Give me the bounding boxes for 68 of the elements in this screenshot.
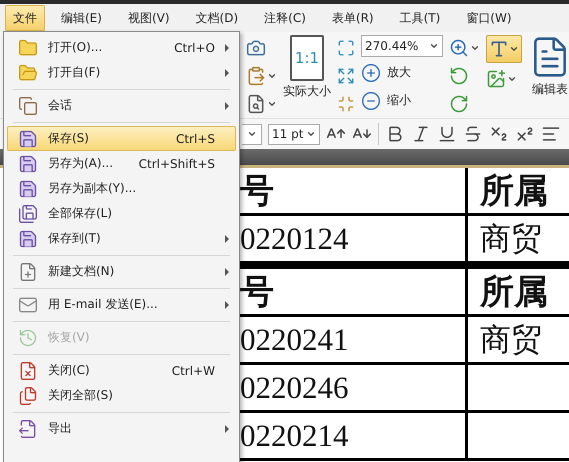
table-cell: 所属	[465, 168, 569, 214]
camera-icon[interactable]	[246, 38, 266, 58]
menu-item[interactable]: 关闭全部(S)	[7, 383, 236, 408]
table-cell: 所属	[465, 269, 569, 315]
menu-title[interactable]: 表单(R)	[324, 5, 382, 31]
edit-form-button[interactable]: 编辑表	[528, 35, 569, 98]
folder-icon	[18, 38, 38, 58]
clipboard-icon[interactable]	[246, 66, 266, 86]
menu-title[interactable]: 注释(C)	[256, 5, 314, 31]
typewriter-tool[interactable]	[486, 35, 522, 63]
caret-icon[interactable]	[429, 41, 439, 51]
text-icon	[489, 39, 509, 59]
menu-item[interactable]: 关闭(C) Ctrl+W	[7, 358, 236, 383]
fit-visible-icon[interactable]	[337, 94, 355, 112]
pages-icon	[18, 96, 38, 116]
menu-item[interactable]: 新建文档(N)	[7, 259, 236, 284]
document-search-icon[interactable]	[246, 94, 266, 114]
menu-item[interactable]: 会话	[7, 93, 236, 118]
new-document-icon	[18, 262, 38, 282]
zoom-in-icon[interactable]	[449, 38, 469, 58]
zoom-out-button[interactable]: 缩小	[361, 88, 411, 113]
caret-icon[interactable]	[509, 44, 519, 54]
menu-item[interactable]: 用 E-mail 发送(E)...	[7, 292, 236, 317]
plus-icon	[361, 62, 381, 82]
envelope-icon	[18, 294, 38, 314]
save-icon	[18, 128, 38, 148]
fit-page-icon[interactable]	[337, 38, 355, 56]
table-cell-text: 0220214	[240, 416, 350, 454]
zoom-combobox[interactable]: 270.44%	[361, 35, 443, 57]
save-icon	[18, 204, 38, 224]
files-icon	[18, 386, 38, 406]
history-icon	[18, 328, 38, 348]
menu-title[interactable]: 窗口(W)	[458, 5, 520, 31]
menu-item[interactable]: 另存为(A)... Ctrl+Shift+S	[7, 151, 236, 176]
menu-title[interactable]: 视图(V)	[120, 5, 178, 31]
export-icon	[18, 418, 38, 438]
menu-item[interactable]: 全部保存(L)	[7, 201, 236, 226]
caret-icon[interactable]	[306, 129, 316, 139]
menu-title[interactable]: 文件	[5, 5, 45, 31]
rotate-right-icon[interactable]	[449, 94, 469, 114]
minus-icon	[361, 90, 381, 110]
menu-item[interactable]: 导出	[7, 416, 236, 441]
table-cell: 商贸	[465, 317, 569, 362]
menu-title[interactable]: 工具(T)	[392, 5, 448, 31]
folder-icon	[18, 62, 38, 82]
save-icon	[18, 154, 38, 174]
menu-item[interactable]: 保存到(T)	[7, 226, 236, 251]
caret-icon[interactable]	[246, 129, 256, 139]
table-cell-text: 0220124	[240, 220, 350, 258]
file-close-icon	[18, 360, 38, 380]
save-icon	[18, 178, 38, 198]
strikethrough-icon[interactable]	[463, 124, 483, 144]
menu-item[interactable]: 打开(O)... Ctrl+O	[7, 35, 236, 60]
zoom-in-button[interactable]: 放大	[361, 60, 411, 85]
font-combobox[interactable]	[242, 124, 262, 144]
menu-item[interactable]: 另存为副本(Y)...	[7, 176, 236, 201]
save-icon	[18, 228, 38, 248]
rotate-left-icon[interactable]	[449, 66, 469, 86]
table-cell-text: 0220246	[240, 368, 350, 406]
table-cell: 商贸	[465, 216, 569, 261]
table-cell-text: 0220241	[240, 320, 350, 358]
menu-item[interactable]: 打开自(F)	[7, 60, 236, 85]
underline-icon[interactable]	[437, 124, 457, 144]
fit-width-icon[interactable]	[337, 66, 355, 84]
font-size-combobox[interactable]: 11 pt	[268, 124, 320, 144]
menu-item[interactable]: 保存(S) Ctrl+S	[7, 126, 236, 151]
menu-title[interactable]: 编辑(E)	[53, 5, 110, 31]
menu-title[interactable]: 文档(D)	[188, 5, 246, 31]
